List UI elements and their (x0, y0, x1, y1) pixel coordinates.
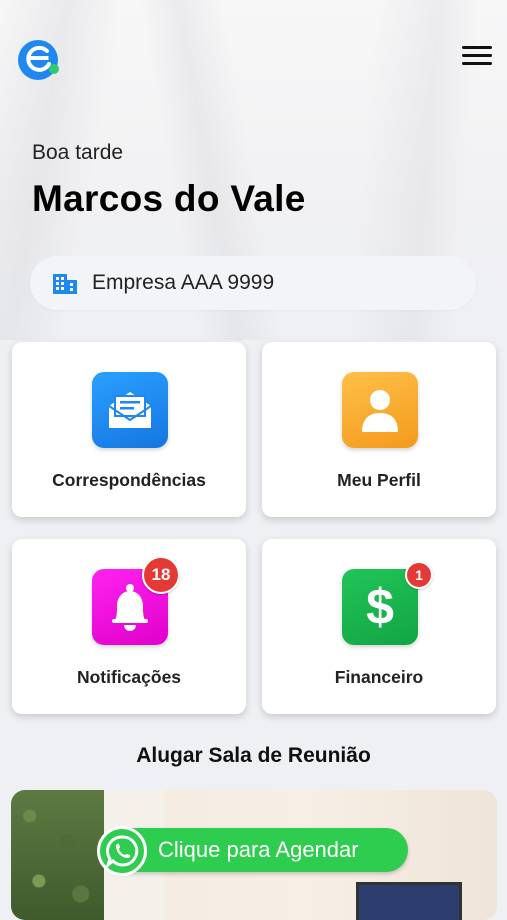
user-name: Marcos do Vale (32, 178, 306, 219)
hamburger-menu-icon[interactable] (462, 46, 492, 68)
schedule-button-label: Clique para Agendar (158, 837, 359, 862)
app-logo (18, 40, 59, 80)
notification-count-badge: 18 (142, 556, 180, 594)
card-financeiro[interactable]: $ 1 Financeiro (262, 539, 496, 714)
greeting-text: Boa tarde (32, 141, 124, 164)
user-icon (342, 372, 418, 448)
status-bar (0, 0, 507, 12)
financeiro-count-badge: 1 (405, 561, 433, 589)
card-label: Notificações (76, 667, 182, 687)
whatsapp-icon[interactable] (97, 826, 147, 876)
company-selector[interactable]: Empresa AAA 9999 (30, 256, 476, 310)
building-icon (53, 274, 77, 294)
card-label: Financeiro (334, 667, 424, 687)
card-label: Correspondências (52, 470, 206, 490)
svg-text:$: $ (366, 580, 394, 634)
card-notificacoes[interactable]: 18 Notificações (12, 539, 246, 714)
envelope-icon (92, 372, 168, 448)
tv-screen-image (356, 882, 462, 920)
card-label: Meu Perfil (337, 470, 421, 490)
meeting-room-title: Alugar Sala de Reunião (136, 744, 371, 767)
card-meu-perfil[interactable]: Meu Perfil (262, 342, 496, 517)
plant-wall-image (11, 790, 104, 920)
company-name: Empresa AAA 9999 (92, 271, 275, 294)
card-correspondencias[interactable]: Correspondências (12, 342, 246, 517)
